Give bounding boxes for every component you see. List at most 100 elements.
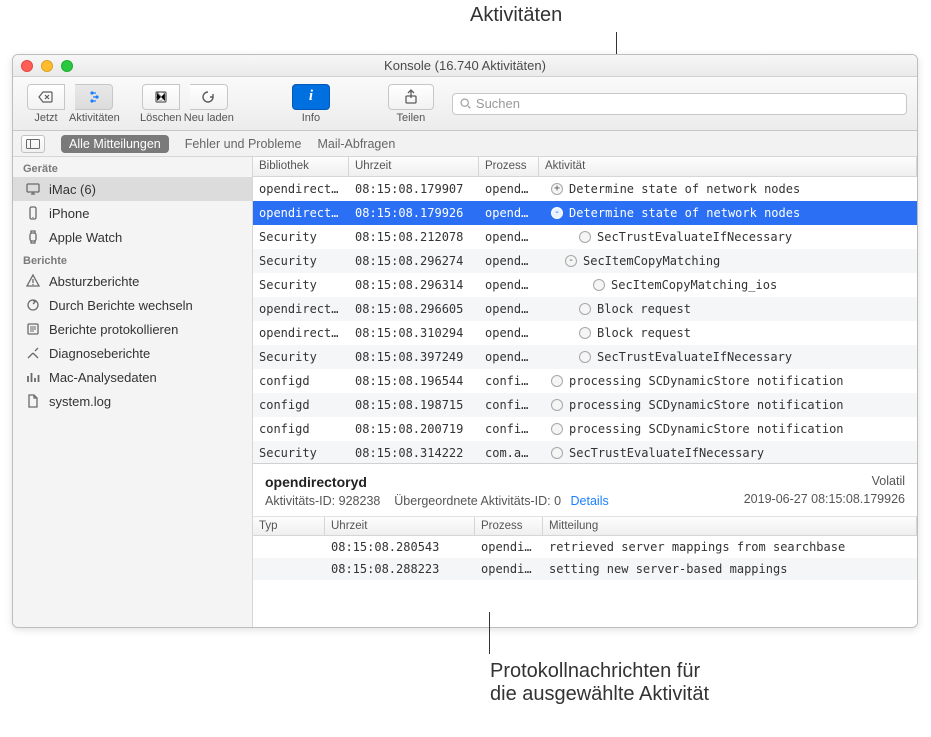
activity-text: SecTrustEvaluateIfNecessary <box>569 446 764 460</box>
table-row[interactable]: opendirect…08:15:08.296605opendi…Block r… <box>253 297 917 321</box>
detail-row[interactable]: 08:15:08.280543opendi…retrieved server m… <box>253 536 917 558</box>
disclosure-icon <box>579 327 591 339</box>
cell-time: 08:15:08.296274 <box>349 254 479 268</box>
table-row[interactable]: Security08:15:08.296314opendi…SecItemCop… <box>253 273 917 297</box>
detail-row[interactable]: 08:15:08.288223opendi…setting new server… <box>253 558 917 580</box>
col-header-activity[interactable]: Aktivität <box>539 157 917 176</box>
sidebar-item-report[interactable]: Mac-Analysedaten <box>13 365 252 389</box>
dcol-header-process[interactable]: Prozess <box>475 517 543 535</box>
cell-library: configd <box>253 374 349 388</box>
activities-icon <box>86 89 102 105</box>
dcell-process: opendi… <box>475 562 543 576</box>
cell-activity: SecTrustEvaluateIfNecessary <box>539 350 917 364</box>
console-window: Konsole (16.740 Aktivitäten) Jetzt Aktiv… <box>12 54 918 628</box>
log-icon <box>25 321 41 337</box>
now-button[interactable]: Jetzt <box>23 84 69 124</box>
cell-activity: Block request <box>539 302 917 316</box>
dcol-header-type[interactable]: Typ <box>253 517 325 535</box>
sidebar-item-device[interactable]: iPhone <box>13 201 252 225</box>
activity-text: Block request <box>597 326 691 340</box>
body-split: Geräte iMac (6)iPhoneApple Watch Bericht… <box>13 157 917 627</box>
disclosure-icon <box>551 447 563 459</box>
col-header-time[interactable]: Uhrzeit <box>349 157 479 176</box>
sidebar-toggle-icon[interactable] <box>21 135 45 153</box>
activity-text: SecItemCopyMatching <box>583 254 720 268</box>
cell-time: 08:15:08.212078 <box>349 230 479 244</box>
toolbar-group-now-activities: Jetzt Aktivitäten <box>23 84 120 124</box>
disclosure-icon[interactable]: - <box>551 207 563 219</box>
sidebar-item-report[interactable]: Berichte protokollieren <box>13 317 252 341</box>
details-link[interactable]: Details <box>571 494 609 508</box>
activity-text: processing SCDynamicStore notification <box>569 398 844 412</box>
detail-pane: opendirectoryd Aktivitäts-ID: 928238 Übe… <box>253 463 917 627</box>
search-icon <box>459 97 472 110</box>
detail-table-body[interactable]: 08:15:08.280543opendi…retrieved server m… <box>253 536 917 580</box>
disclosure-icon[interactable]: + <box>551 183 563 195</box>
cell-process: opendi… <box>479 278 539 292</box>
sidebar-item-report[interactable]: Absturzberichte <box>13 269 252 293</box>
tools-icon <box>25 345 41 361</box>
table-row[interactable]: configd08:15:08.196544configdprocessing … <box>253 369 917 393</box>
sidebar-item-label: Berichte protokollieren <box>49 322 178 337</box>
sidebar-item-report[interactable]: system.log <box>13 389 252 413</box>
sidebar-item-label: iPhone <box>49 206 89 221</box>
table-row[interactable]: configd08:15:08.198715configdprocessing … <box>253 393 917 417</box>
dcell-process: opendi… <box>475 540 543 554</box>
cell-activity: Block request <box>539 326 917 340</box>
cell-activity: SecTrustEvaluateIfNecessary <box>539 446 917 460</box>
close-icon[interactable] <box>21 60 33 72</box>
sidebar-item-device[interactable]: iMac (6) <box>13 177 252 201</box>
titlebar: Konsole (16.740 Aktivitäten) <box>13 55 917 77</box>
cell-process: configd <box>479 374 539 388</box>
cell-process: opendi… <box>479 230 539 244</box>
table-row[interactable]: Security08:15:08.212078opendi…SecTrustEv… <box>253 225 917 249</box>
sidebar-item-label: Apple Watch <box>49 230 122 245</box>
annotation-top: Aktivitäten <box>470 4 562 27</box>
cell-library: opendirect… <box>253 326 349 340</box>
maximize-icon[interactable] <box>61 60 73 72</box>
clear-button[interactable]: ⎋ Löschen <box>138 84 184 124</box>
table-row[interactable]: opendirect…08:15:08.179926opendi…-Determ… <box>253 201 917 225</box>
cell-library: opendirect… <box>253 182 349 196</box>
cell-library: configd <box>253 398 349 412</box>
sidebar-item-report[interactable]: Durch Berichte wechseln <box>13 293 252 317</box>
sidebar-item-label: Durch Berichte wechseln <box>49 298 193 313</box>
dcol-header-message[interactable]: Mitteilung <box>543 517 917 535</box>
activity-text: processing SCDynamicStore notification <box>569 422 844 436</box>
minimize-icon[interactable] <box>41 60 53 72</box>
info-button[interactable]: i Info <box>288 84 334 124</box>
table-row[interactable]: Security08:15:08.314222com.ap…SecTrustEv… <box>253 441 917 463</box>
scope-mail-queries[interactable]: Mail-Abfragen <box>317 137 395 151</box>
sidebar-section-reports: Berichte <box>13 249 252 269</box>
activities-table-header: Bibliothek Uhrzeit Prozess Aktivität <box>253 157 917 177</box>
scope-all-messages[interactable]: Alle Mitteilungen <box>61 135 169 153</box>
sidebar-item-device[interactable]: Apple Watch <box>13 225 252 249</box>
cell-time: 08:15:08.198715 <box>349 398 479 412</box>
cell-process: opendi… <box>479 326 539 340</box>
cell-time: 08:15:08.196544 <box>349 374 479 388</box>
reload-button[interactable]: Neu laden <box>184 84 234 124</box>
activities-table-body[interactable]: opendirect…08:15:08.179907opendi…+Determ… <box>253 177 917 463</box>
table-row[interactable]: configd08:15:08.200719configdprocessing … <box>253 417 917 441</box>
col-header-library[interactable]: Bibliothek <box>253 157 349 176</box>
search-input[interactable]: Suchen <box>452 93 907 115</box>
cell-process: opendi… <box>479 254 539 268</box>
cell-time: 08:15:08.296605 <box>349 302 479 316</box>
cell-library: Security <box>253 446 349 460</box>
table-row[interactable]: Security08:15:08.296274opendi… -SecItemCo… <box>253 249 917 273</box>
detail-table-header: Typ Uhrzeit Prozess Mitteilung <box>253 516 917 536</box>
dcol-header-time[interactable]: Uhrzeit <box>325 517 475 535</box>
disclosure-icon <box>551 375 563 387</box>
table-row[interactable]: opendirect…08:15:08.179907opendi…+Determ… <box>253 177 917 201</box>
table-row[interactable]: Security08:15:08.397249opendi…SecTrustEv… <box>253 345 917 369</box>
cell-time: 08:15:08.200719 <box>349 422 479 436</box>
sidebar-item-report[interactable]: Diagnoseberichte <box>13 341 252 365</box>
scope-errors-problems[interactable]: Fehler und Probleme <box>185 137 302 151</box>
activities-button[interactable]: Aktivitäten <box>69 84 120 124</box>
cell-process: opendi… <box>479 302 539 316</box>
cell-library: Security <box>253 254 349 268</box>
disclosure-icon[interactable]: - <box>565 255 577 267</box>
share-button[interactable]: Teilen <box>388 84 434 124</box>
table-row[interactable]: opendirect…08:15:08.310294opendi…Block r… <box>253 321 917 345</box>
col-header-process[interactable]: Prozess <box>479 157 539 176</box>
